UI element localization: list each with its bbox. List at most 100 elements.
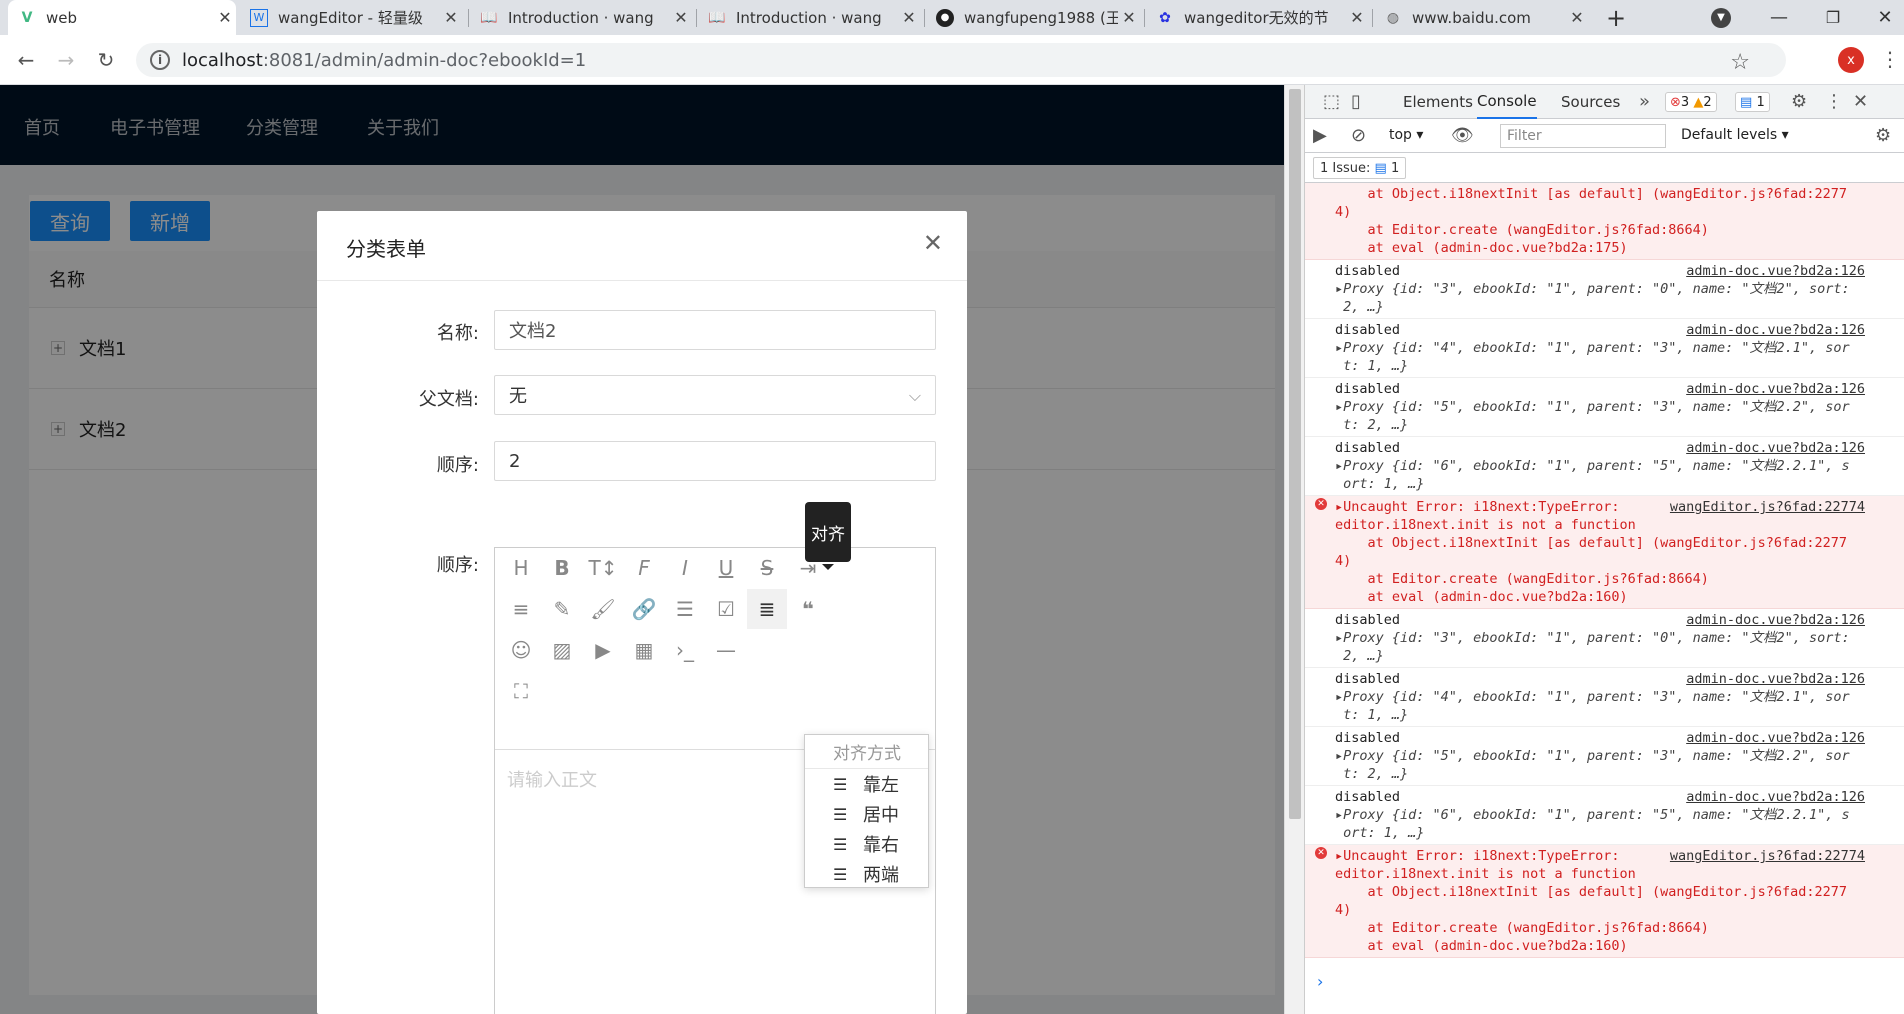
devtools-menu-icon[interactable]: ⋮ [1825, 91, 1843, 112]
bold-icon[interactable]: B [542, 548, 582, 588]
video-icon[interactable]: ▶ [583, 630, 623, 670]
source-link[interactable]: admin-doc.vue?bd2a:126 [1686, 670, 1865, 688]
font-family-icon[interactable]: F [624, 548, 664, 588]
todo-checkbox-icon[interactable]: ☑ [706, 589, 746, 629]
emoticon-icon[interactable]: ☺ [501, 630, 541, 670]
error-warning-badge[interactable]: ⊗ 3 ▲ 2 [1665, 92, 1717, 112]
issues-button[interactable]: 1 Issue: ▤ 1 [1313, 157, 1407, 179]
reload-icon[interactable]: ↻ [92, 46, 120, 74]
align-left-icon[interactable]: ≣ [747, 589, 787, 629]
parent-select[interactable]: 无 ⌵ [494, 375, 936, 415]
close-icon[interactable]: ✕ [923, 229, 943, 257]
name-input[interactable]: 文档2 [494, 310, 936, 350]
console-prompt-icon[interactable]: › [1317, 972, 1323, 991]
quote-icon[interactable]: ❝ [788, 589, 828, 629]
table-icon[interactable]: ▦ [624, 630, 664, 670]
fullscreen-icon[interactable]: ⛶ [501, 671, 541, 711]
device-toolbar-icon[interactable]: ▯ [1351, 91, 1361, 112]
close-devtools-icon[interactable]: ✕ [1853, 91, 1868, 112]
source-link[interactable]: wangEditor.js?6fad:22774 [1670, 847, 1865, 865]
browser-menu-icon[interactable]: ⋮ [1880, 47, 1900, 71]
browser-tab-web[interactable]: V web ✕ [8, 0, 236, 35]
page-scrollbar[interactable] [1284, 85, 1304, 1014]
link-icon[interactable]: 🔗 [624, 589, 664, 629]
list-icon[interactable]: ☰ [665, 589, 705, 629]
back-arrow-icon[interactable]: ← [12, 46, 40, 74]
scrollbar-thumb[interactable] [1289, 89, 1301, 819]
context-select[interactable]: top ▾ [1389, 127, 1423, 143]
console-log-message[interactable]: admin-doc.vue?bd2a:126 disabled ▸Proxy {id… [1305, 786, 1904, 845]
close-tab-icon[interactable]: ✕ [1346, 8, 1368, 27]
close-tab-icon[interactable]: ✕ [440, 8, 462, 27]
sort-input[interactable]: 2 [494, 441, 936, 481]
close-tab-icon[interactable]: ✕ [670, 8, 692, 27]
source-link[interactable]: admin-doc.vue?bd2a:126 [1686, 321, 1865, 339]
tab-console[interactable]: Console [1477, 85, 1537, 119]
editor-placeholder[interactable]: 请输入正文 [507, 766, 597, 792]
tab-search-chevron-icon[interactable]: ▼ [1706, 0, 1736, 35]
log-levels-select[interactable]: Default levels ▾ [1681, 127, 1789, 143]
console-filter-input[interactable]: Filter [1500, 124, 1666, 148]
image-icon[interactable]: ▨ [542, 630, 582, 670]
restore-icon[interactable]: ❐ [1818, 0, 1848, 35]
console-log-message[interactable]: admin-doc.vue?bd2a:126 disabled ▸Proxy {id… [1305, 727, 1904, 786]
source-link[interactable]: admin-doc.vue?bd2a:126 [1686, 729, 1865, 747]
console-log-message[interactable]: admin-doc.vue?bd2a:126 disabled ▸Proxy {id… [1305, 260, 1904, 319]
close-tab-icon[interactable]: ✕ [898, 8, 920, 27]
font-size-icon[interactable]: T↕ [583, 548, 623, 588]
underline-icon[interactable]: U [706, 548, 746, 588]
align-right-option[interactable]: ☰ 靠右 [805, 829, 928, 859]
console-log-message[interactable]: admin-doc.vue?bd2a:126 disabled ▸Proxy {id… [1305, 668, 1904, 727]
source-link[interactable]: admin-doc.vue?bd2a:126 [1686, 262, 1865, 280]
browser-tab-baidu-search[interactable]: ✿ wangeditor无效的节 ✕ [1146, 0, 1368, 35]
browser-tab-wangeditor[interactable]: W wangEditor - 轻量级 ✕ [240, 0, 462, 35]
profile-avatar[interactable]: x [1838, 47, 1864, 73]
tab-sources[interactable]: Sources [1561, 85, 1620, 119]
heading-icon[interactable]: H [501, 548, 541, 588]
inspect-element-icon[interactable]: ⬚ [1323, 91, 1340, 112]
divider-icon[interactable]: — [706, 630, 746, 670]
align-center-option[interactable]: ☰ 居中 [805, 799, 928, 829]
forward-arrow-icon[interactable]: → [52, 46, 80, 74]
sidebar-toggle-icon[interactable]: ▶ [1313, 125, 1327, 146]
console-error-message[interactable]: ✕ wangEditor.js?6fad:22774 ▸Uncaught Error… [1305, 845, 1904, 958]
console-log-message[interactable]: admin-doc.vue?bd2a:126 disabled ▸Proxy {id… [1305, 319, 1904, 378]
console-log-message[interactable]: admin-doc.vue?bd2a:126 disabled ▸Proxy {id… [1305, 437, 1904, 496]
more-tabs-icon[interactable]: » [1639, 91, 1650, 112]
align-left-option[interactable]: ☰ 靠左 [805, 769, 928, 799]
line-height-icon[interactable]: ≡ [501, 589, 541, 629]
messages-badge[interactable]: ▤ 1 [1735, 92, 1770, 112]
console-error-message[interactable]: at Object.i18nextInit [as default] (wang… [1305, 183, 1904, 260]
address-bar[interactable]: i localhost:8081/admin/admin-doc?ebookId… [136, 43, 1786, 77]
live-expression-eye-icon[interactable]: 👁 [1451, 125, 1474, 146]
site-info-icon[interactable]: i [150, 50, 170, 70]
source-link[interactable]: admin-doc.vue?bd2a:126 [1686, 380, 1865, 398]
new-tab-plus-icon[interactable]: + [1598, 0, 1634, 35]
source-link[interactable]: wangEditor.js?6fad:22774 [1670, 498, 1865, 516]
source-link[interactable]: admin-doc.vue?bd2a:126 [1686, 611, 1865, 629]
italic-icon[interactable]: I [665, 548, 705, 588]
close-tab-icon[interactable]: ✕ [1566, 8, 1588, 27]
browser-tab-baidu[interactable]: ◍ www.baidu.com ✕ [1374, 0, 1588, 35]
close-tab-icon[interactable]: ✕ [214, 8, 236, 27]
background-color-icon[interactable]: 🖌 [583, 589, 623, 629]
settings-gear-icon[interactable]: ⚙ [1791, 91, 1807, 112]
window-close-icon[interactable]: ✕ [1870, 0, 1900, 35]
clear-console-icon[interactable]: ⊘ [1351, 125, 1366, 146]
minimize-icon[interactable]: — [1764, 0, 1794, 35]
browser-tab-introduction-2[interactable]: 📖 Introduction · wang ✕ [698, 0, 920, 35]
browser-tab-github[interactable]: ● wangfupeng1988 (王 ✕ [926, 0, 1140, 35]
console-log-message[interactable]: admin-doc.vue?bd2a:126 disabled ▸Proxy {id… [1305, 609, 1904, 668]
browser-tab-introduction-1[interactable]: 📖 Introduction · wang ✕ [470, 0, 692, 35]
strikethrough-icon[interactable]: S [747, 548, 787, 588]
console-settings-gear-icon[interactable]: ⚙ [1875, 125, 1891, 146]
align-justify-option[interactable]: ☰ 两端 [805, 859, 928, 889]
source-link[interactable]: admin-doc.vue?bd2a:126 [1686, 788, 1865, 806]
close-tab-icon[interactable]: ✕ [1118, 8, 1140, 27]
code-icon[interactable]: ›_ [665, 630, 705, 670]
tab-elements[interactable]: Elements [1403, 85, 1473, 119]
console-log-message[interactable]: admin-doc.vue?bd2a:126 disabled ▸Proxy {id… [1305, 378, 1904, 437]
source-link[interactable]: admin-doc.vue?bd2a:126 [1686, 439, 1865, 457]
bookmark-star-icon[interactable]: ☆ [1730, 50, 1750, 75]
console-error-message[interactable]: ✕ wangEditor.js?6fad:22774 ▸Uncaught Error… [1305, 496, 1904, 609]
